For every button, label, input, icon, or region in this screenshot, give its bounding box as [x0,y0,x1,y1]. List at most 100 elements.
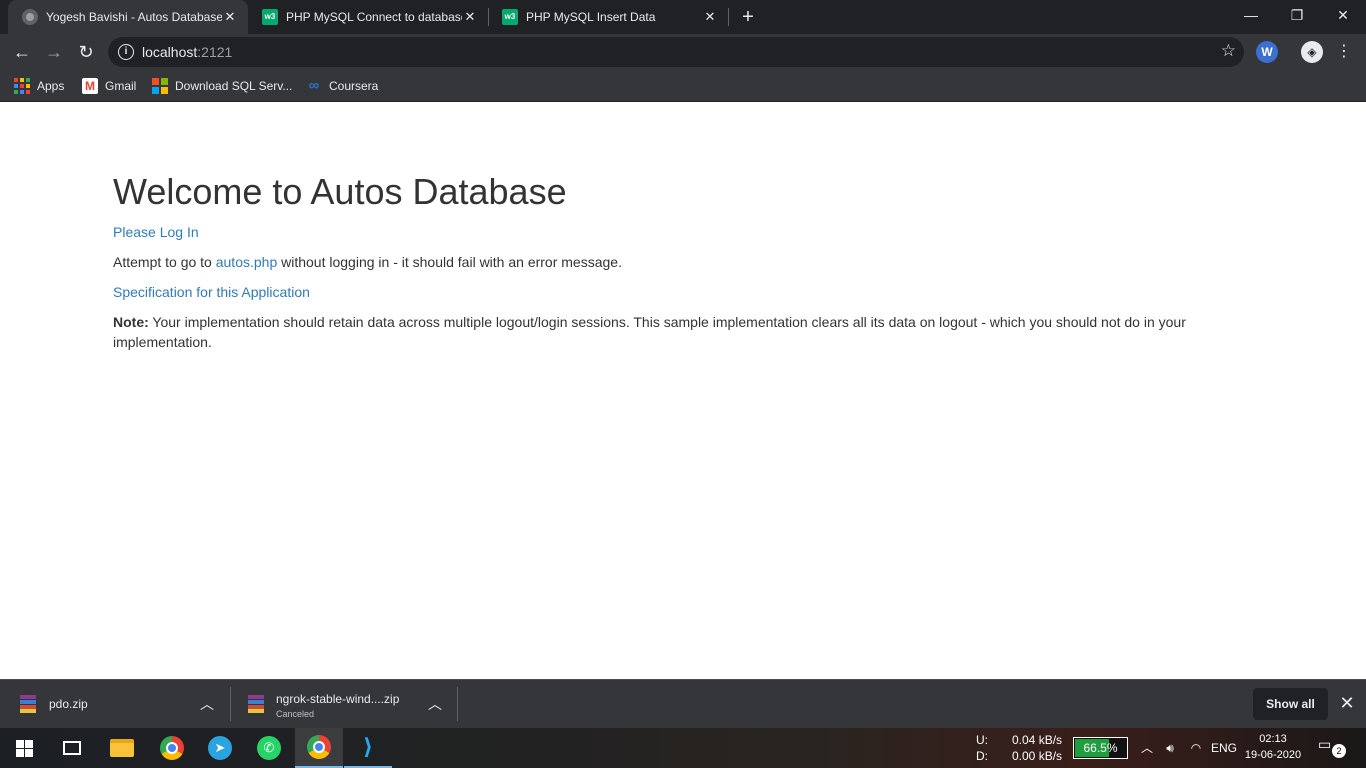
download-item-pdo[interactable]: pdo.zip ︿ [0,680,230,728]
coursera-icon: ∞ [308,77,320,94]
arrow-left-icon: ← [13,42,31,62]
download-shelf: pdo.zip ︿ ngrok-stable-wind....zip Cance… [0,679,1366,728]
restore-button[interactable]: ❐ [1274,0,1320,30]
page-title: Welcome to Autos Database [113,171,567,212]
taskbar-file-explorer[interactable] [98,728,146,768]
chrome-menu-button[interactable]: ⋮ [1330,38,1358,66]
shield-extension-icon[interactable]: ◈ [1301,41,1323,63]
reload-button[interactable]: ↻ [72,38,100,66]
site-info-icon[interactable]: i [118,44,134,60]
close-tab-icon[interactable]: ✕ [462,9,478,25]
note-text: Your implementation should retain data a… [113,314,1186,350]
chevron-up-icon[interactable]: ︿ [428,694,442,714]
page-content: Welcome to Autos Database Please Log In … [113,170,1233,362]
url-host: localhost [142,44,198,60]
arrow-right-icon: → [45,42,63,62]
bookmark-label: Coursera [329,79,379,93]
task-view-icon [63,741,81,755]
kebab-menu-icon: ⋮ [1336,43,1352,60]
microsoft-icon [152,78,168,94]
taskbar-chrome-profile[interactable] [295,728,343,768]
notification-count: 2 [1332,744,1346,758]
winrar-zip-icon [248,695,264,713]
vscode-icon: ⟩ [362,734,374,759]
apps-grid-icon [14,78,30,94]
w3schools-icon: w3 [262,9,278,25]
taskbar-chrome[interactable] [148,728,196,768]
tab-autos-database[interactable]: Yogesh Bavishi - Autos Database ✕ [8,0,248,34]
specification-link[interactable]: Specification for this Application [113,284,310,300]
close-window-button[interactable]: ✕ [1320,0,1366,30]
download-status: Canceled [276,709,315,719]
address-url[interactable]: localhost:2121 [142,44,232,60]
bookmark-star-icon[interactable]: ☆ [1221,41,1236,61]
download-filename: ngrok-stable-wind....zip [276,692,400,706]
network-speed-meter: U: 0.04 kB/s D: 0.00 kB/s [976,732,1062,764]
taskbar-vscode[interactable]: ⟩ [344,728,392,768]
download-item-ngrok[interactable]: ngrok-stable-wind....zip Canceled ︿ [228,680,458,728]
page-viewport: Welcome to Autos Database Please Log In … [0,103,1366,679]
globe-icon [22,9,38,25]
tab-title: Yogesh Bavishi - Autos Database [46,10,222,24]
close-tab-icon[interactable]: ✕ [222,9,238,25]
clock-time: 02:13 [1259,733,1287,745]
tab-title: PHP MySQL Insert Data [526,10,656,24]
back-button[interactable]: ← [8,38,36,66]
new-tab-button[interactable]: + [736,4,760,30]
browser-toolbar: ← → ↻ i localhost:2121 ☆ W ◈ ⋮ [0,34,1366,70]
login-link[interactable]: Please Log In [113,224,199,240]
close-tab-icon[interactable]: ✕ [702,9,718,25]
forward-button[interactable]: → [40,38,68,66]
bookmark-download-sql-server[interactable]: Download SQL Serv... [152,76,292,96]
start-button[interactable] [0,728,48,768]
url-port: :2121 [197,44,233,60]
upload-speed: 0.04 kB/s [1012,733,1063,747]
chevron-up-icon[interactable]: ︿ [200,694,214,714]
download-filename: pdo.zip [49,697,88,711]
tab-php-mysql-insert[interactable]: w3 PHP MySQL Insert Data ✕ [488,0,728,34]
taskbar-whatsapp[interactable]: ✆ [245,728,293,768]
attempt-paragraph: Attempt to go to autos.php without loggi… [113,252,1233,272]
telegram-icon: ➤ [208,736,232,760]
clock-date: 19-06-2020 [1244,749,1302,761]
reload-icon: ↻ [78,42,94,62]
address-bar[interactable]: i localhost:2121 ☆ [108,37,1244,67]
tab-php-mysql-connect[interactable]: w3 PHP MySQL Connect to database ✕ [248,0,488,34]
bookmark-label: Gmail [105,79,137,93]
chrome-icon [160,736,184,760]
browser-tab-strip: Yogesh Bavishi - Autos Database ✕ w3 PHP… [0,0,1366,34]
download-label: D: [976,749,988,763]
attempt-suffix: without logging in - it should fail with… [277,254,622,270]
attempt-prefix: Attempt to go to [113,254,216,270]
battery-percent: 66.5% [1083,741,1118,755]
taskbar-telegram[interactable]: ➤ [196,728,244,768]
wikiwand-extension-icon[interactable]: W [1256,41,1278,63]
note-label: Note: [113,314,149,330]
show-all-downloads-button[interactable]: Show all [1253,688,1328,720]
download-speed: 0.00 kB/s [1012,749,1063,763]
language-indicator[interactable]: ENG [1208,728,1240,768]
bookmark-apps[interactable]: Apps [14,76,64,96]
bookmark-label: Apps [37,79,65,93]
minimize-button[interactable]: — [1228,0,1274,30]
autos-php-link[interactable]: autos.php [216,254,278,270]
bookmark-gmail[interactable]: Gmail [82,76,136,96]
whatsapp-icon: ✆ [257,736,281,760]
download-divider [457,687,458,721]
action-center-button[interactable]: ▭ 2 [1318,736,1348,760]
spec-paragraph: Specification for this Application [113,282,1233,302]
volume-icon[interactable]: 🔊︎ [1160,728,1180,768]
winrar-zip-icon [20,695,36,713]
close-shelf-icon[interactable]: ✕ [1336,692,1358,714]
bookmark-coursera[interactable]: ∞ Coursera [306,76,379,96]
task-view-button[interactable] [48,728,96,768]
system-clock[interactable]: 02:13 19-06-2020 [1240,731,1306,763]
note-paragraph: Note: Your implementation should retain … [113,312,1233,352]
notification-icon: ▭ [1318,736,1332,752]
w3schools-icon: w3 [502,9,518,25]
show-hidden-icons-chevron-icon[interactable]: ︿ [1138,728,1156,768]
wifi-icon[interactable]: ◠ [1186,728,1206,768]
windows-start-icon [15,739,33,757]
tab-title: PHP MySQL Connect to database [286,10,462,24]
windows-taskbar: ➤ ✆ ⟩ U: 0.04 kB/s D: 0.00 kB/s 66.5% ︿ 🔊︎… [0,728,1366,768]
